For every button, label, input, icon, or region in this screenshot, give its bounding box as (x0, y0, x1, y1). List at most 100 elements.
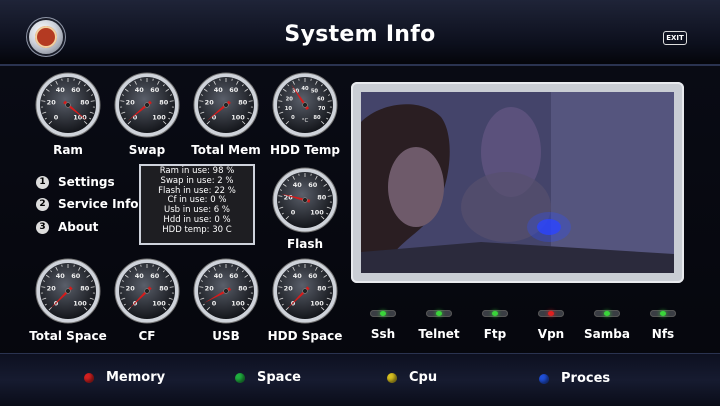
service-label: Telnet (409, 327, 469, 341)
menu-label: Settings (58, 175, 115, 189)
gauge-tick-label: 40 (56, 86, 66, 94)
gauge-tick-label: 20 (126, 99, 136, 107)
service-ssh: Ssh (353, 310, 413, 341)
tv-preview-frame (351, 82, 684, 283)
gauge-tick-label: 40 (293, 272, 303, 280)
service-label: Ftp (465, 327, 525, 341)
gauge-tick-label: 10 (285, 106, 293, 112)
gauge-tick-label: 20 (47, 285, 57, 293)
gauge-swap: 020406080100 (114, 72, 180, 138)
space-label: Space (257, 370, 301, 385)
blue-key-icon (539, 374, 549, 384)
gauge-tick-label: 50 (311, 89, 319, 95)
gauge-tick-label: 20 (126, 285, 136, 293)
gauge-tick-label: 100 (73, 299, 87, 307)
gauge-tick-label: 80 (238, 99, 248, 107)
gauge-tick-label: 60 (229, 272, 239, 280)
gauge-total-space: 020406080100 (35, 258, 101, 324)
menu-label: About (58, 220, 98, 234)
gauge-tick-label: 20 (205, 285, 215, 293)
gauge-tick-label: 100 (152, 299, 166, 307)
info-hdd-temp: HDD temp: 30 C (141, 226, 253, 236)
gauge-tick-label: 80 (159, 99, 169, 107)
status-led-icon (370, 310, 396, 317)
gauge-unit-label: °C (302, 118, 309, 124)
gauge-tick-label: 80 (238, 285, 248, 293)
gauge-tick-label: 0 (54, 113, 59, 121)
service-label: Nfs (633, 327, 693, 341)
gauge-tick-label: 40 (135, 272, 145, 280)
gauge-flash: 020406080100 (272, 167, 338, 233)
gauge-tick-label: 60 (71, 272, 81, 280)
gauge-tick-label: 80 (80, 285, 90, 293)
status-led-icon (426, 310, 452, 317)
gauge-tick-label: 60 (308, 272, 318, 280)
memory-button[interactable]: Memory (84, 370, 165, 385)
gauge-tick-label: 20 (286, 96, 294, 102)
gauge-label-flash: Flash (255, 237, 355, 251)
menu-item-about[interactable]: 3About (36, 220, 98, 238)
system-info-screen: System Info EXIT 020406080100 Ram 020406… (0, 0, 720, 405)
status-led-icon (594, 310, 620, 317)
gauge-tick-label: 100 (231, 113, 245, 121)
key-2-icon: 2 (36, 198, 49, 211)
service-label: Vpn (521, 327, 581, 341)
gauge-tick-label: 80 (313, 115, 321, 121)
gauge-tick-label: 100 (231, 299, 245, 307)
service-samba: Samba (577, 310, 637, 341)
gauge-cf: 020406080100 (114, 258, 180, 324)
gauge-tick-label: 60 (71, 86, 81, 94)
key-1-icon: 1 (36, 176, 49, 189)
gauge-tick-label: 40 (214, 86, 224, 94)
yellow-key-icon (387, 373, 397, 383)
cpu-label: Cpu (409, 370, 437, 385)
gauge-tick-label: 0 (291, 208, 296, 216)
gauge-usb: 0 20 40 60 80 100 (193, 258, 259, 324)
gauge-tick-label: 80 (80, 99, 90, 107)
gauge-ram: 020406080100 (35, 72, 101, 138)
gauge-tick-label: 80 (317, 285, 327, 293)
menu-item-settings[interactable]: 1 Settings (36, 175, 115, 193)
cpu-button[interactable]: Cpu (387, 370, 437, 385)
memory-label: Memory (106, 370, 165, 385)
space-button[interactable]: Space (235, 370, 301, 385)
gauge-tick-label: 40 (293, 181, 303, 189)
red-key-icon (84, 373, 94, 383)
gauge-tick-label: 100 (310, 299, 324, 307)
gauge-hdd-space: 020406080100 (272, 258, 338, 324)
menu-item-service-info[interactable]: 2 Service Info (36, 197, 139, 215)
gauge-tick-label: 80 (317, 194, 327, 202)
gauge-tick-label: 20 (284, 285, 294, 293)
service-nfs: Nfs (633, 310, 693, 341)
green-key-icon (235, 373, 245, 383)
service-label: Ssh (353, 327, 413, 341)
gauge-tick-label: 40 (135, 86, 145, 94)
gauge-tick-label: 60 (150, 272, 160, 280)
gauge-tick-label: 100 (310, 208, 324, 216)
gauge-tick-label: 60 (308, 181, 318, 189)
gauge-tick-label: 0 (212, 299, 217, 307)
service-telnet: Telnet (409, 310, 469, 341)
service-ftp: Ftp (465, 310, 525, 341)
exit-button[interactable]: EXIT (663, 31, 687, 45)
status-led-icon (538, 310, 564, 317)
gauge-label-hdd-space: HDD Space (255, 329, 355, 343)
gauge-total-mem: 020406080100 (193, 72, 259, 138)
service-vpn: Vpn (521, 310, 581, 341)
proces-button[interactable]: Proces (539, 371, 610, 386)
video-scene-image (361, 92, 674, 273)
page-title: System Info (0, 22, 720, 47)
usage-summary-box: Ram in use: 98 % Swap in use: 2 % Flash … (139, 164, 255, 245)
gauge-tick-label: 60 (150, 86, 160, 94)
gauge-tick-label: 70 (318, 106, 326, 112)
menu-label: Service Info (58, 197, 139, 211)
gauge-tick-label: 100 (152, 113, 166, 121)
proces-label: Proces (561, 371, 610, 386)
gauge-label-hdd-temp: HDD Temp (255, 143, 355, 157)
gauge-tick-label: 40 (214, 272, 224, 280)
status-led-icon (650, 310, 676, 317)
status-led-icon (482, 310, 508, 317)
gauge-tick-label: 60 (317, 96, 325, 102)
gauge-tick-label: 20 (47, 99, 57, 107)
gauge-hdd-temp: 01020304050607080°C (272, 72, 338, 138)
